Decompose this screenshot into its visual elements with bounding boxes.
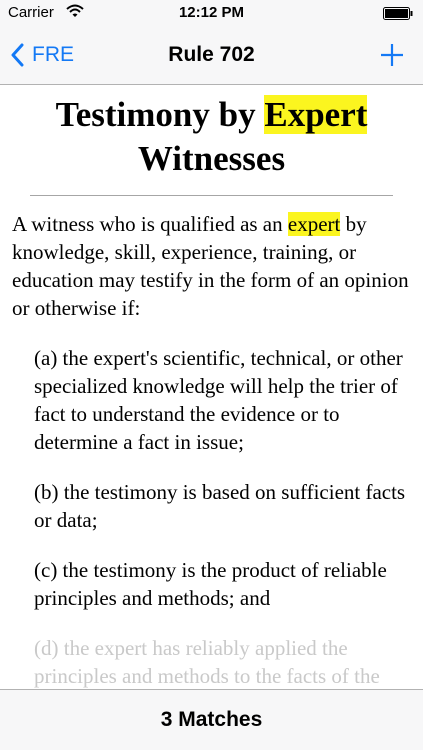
search-highlight: Expert xyxy=(264,95,368,134)
title-divider xyxy=(30,195,393,196)
rule-clause-d: (d) the expert has reliably applied the … xyxy=(34,636,380,688)
rule-content[interactable]: Testimony by Expert Witnesses A witness … xyxy=(0,85,423,689)
rule-clause-c: (c) the testimony is the product of reli… xyxy=(34,558,387,610)
rule-title-text: Testimony by xyxy=(55,95,265,134)
status-time: 12:12 PM xyxy=(178,4,245,21)
rule-title-text: Witnesses xyxy=(137,139,286,178)
search-matches-bar[interactable]: 3 Matches xyxy=(0,689,423,750)
add-icon[interactable] xyxy=(379,42,405,68)
matches-count: 3 Matches xyxy=(160,708,263,731)
rule-title: Testimony by Expert Witnesses xyxy=(0,93,423,181)
status-bar: Carrier 12:12 PM xyxy=(0,0,423,26)
navigation-bar: FRE Rule 702 xyxy=(0,26,423,85)
rule-intro-paragraph: A witness who is qualified as an expert … xyxy=(12,212,409,320)
page-title: Rule 702 xyxy=(168,43,255,66)
rule-clause-a: (a) the expert's scientific, technical, … xyxy=(34,346,403,454)
battery-icon xyxy=(383,7,413,20)
search-highlight: expert xyxy=(287,212,341,236)
rule-clause-b: (b) the testimony is based on sufficient… xyxy=(34,480,406,532)
